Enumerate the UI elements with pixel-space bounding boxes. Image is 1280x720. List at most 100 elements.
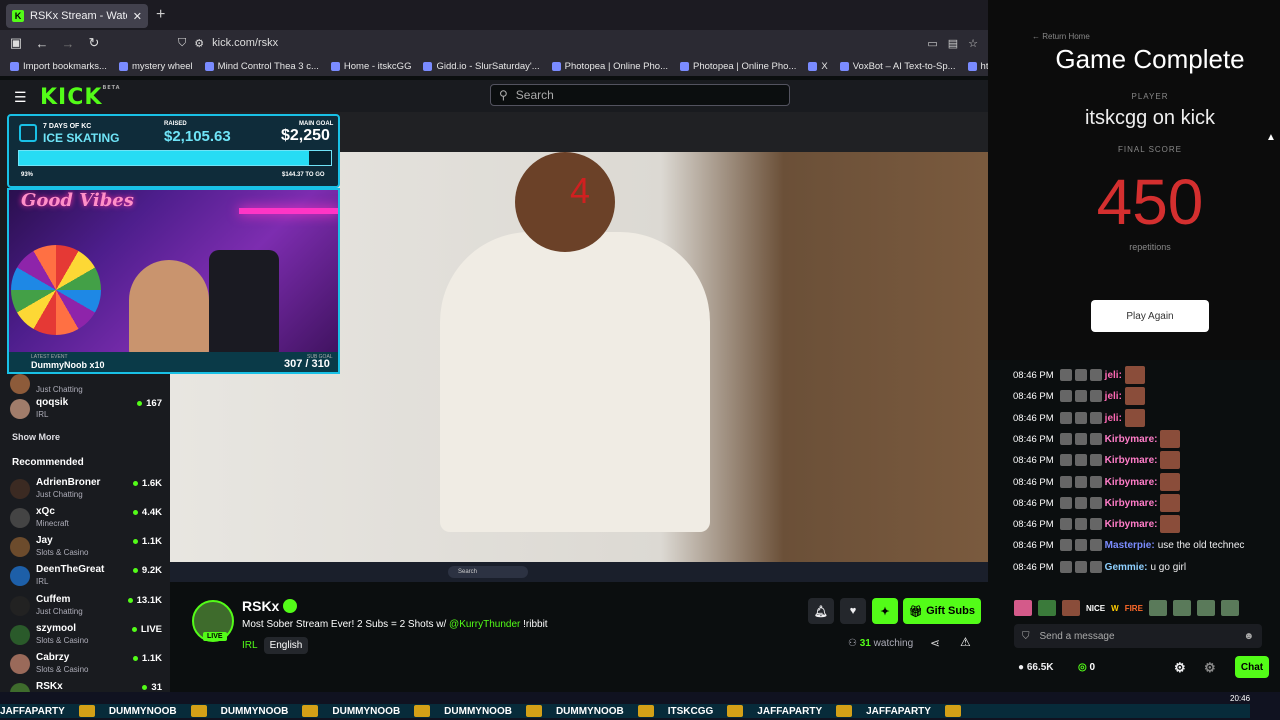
bookmark-item[interactable]: https://wheelofnames.... — [967, 61, 988, 72]
emote-button[interactable] — [1148, 600, 1167, 616]
channel-name[interactable]: RSKx — [242, 598, 279, 614]
channel-category: IRL — [36, 577, 49, 586]
bookmark-item[interactable]: Import bookmarks... — [10, 61, 107, 72]
sidebar-channel[interactable]: Just Chatting — [10, 372, 162, 398]
person-face — [515, 152, 615, 252]
mod-icon[interactable]: ⚙ — [1204, 660, 1216, 676]
browser-tab[interactable]: K RSKx Stream - Watch Live o ✕ — [6, 4, 148, 28]
message-username[interactable]: jeli: — [1105, 391, 1122, 402]
emote-button[interactable] — [1062, 600, 1080, 616]
message-username[interactable]: Kirbymare: — [1105, 477, 1158, 488]
bookmark-item[interactable]: VoxBot – AI Text-to-Sp... — [839, 61, 956, 72]
sidebar-toggle-icon[interactable]: ▣ — [6, 35, 26, 51]
bookmark-item[interactable]: Mind Control Thea 3 c... — [204, 61, 319, 72]
points-balance[interactable]: ◎ 0 — [1078, 662, 1095, 673]
emote-button[interactable]: NICE — [1086, 604, 1105, 613]
emote-button[interactable] — [1220, 600, 1239, 616]
chat-settings-icon[interactable]: ⛉ — [1022, 631, 1030, 642]
bookmark-item[interactable]: X — [808, 61, 828, 72]
emote-button[interactable] — [1196, 600, 1215, 616]
emote-button[interactable]: W — [1111, 604, 1119, 613]
message-username[interactable]: jeli: — [1105, 370, 1122, 381]
return-home-link[interactable]: ← Return Home — [1032, 32, 1090, 41]
crown-icon — [190, 705, 207, 717]
send-chat-button[interactable]: Chat — [1235, 656, 1269, 678]
emote-button[interactable]: FIRE — [1125, 604, 1143, 613]
title-mention[interactable]: @KurryThunder — [449, 619, 520, 630]
sidebar-channel[interactable]: xQc Minecraft 4.4K — [10, 506, 162, 532]
menu-icon[interactable]: ☰ — [14, 89, 27, 106]
ticker-name: DUMMYNOOB — [220, 705, 289, 717]
back-icon[interactable]: ← — [32, 36, 52, 51]
share-icon[interactable]: ⋖ — [930, 636, 940, 650]
sidebar-channel[interactable]: Cuffem Just Chatting 13.1K — [10, 594, 162, 620]
play-again-button[interactable]: Play Again — [1091, 300, 1209, 332]
forward-icon[interactable]: → — [58, 36, 78, 51]
picture-in-picture-icon[interactable]: ▭ — [927, 37, 937, 50]
show-more-button[interactable]: Show More — [12, 432, 60, 442]
emote-image — [1124, 387, 1145, 405]
emote-button[interactable] — [1172, 600, 1191, 616]
sidebar-channel[interactable]: Jay Slots & Casino 1.1K — [10, 535, 162, 561]
notification-bell-icon[interactable]: 🔔︎ — [808, 598, 834, 624]
kicks-balance[interactable]: ● 66.5K — [1018, 662, 1054, 673]
bookmark-item[interactable]: Gidd.io - SlurSaturday'... — [423, 61, 540, 72]
message-username[interactable]: Gemmie: — [1105, 562, 1148, 573]
follow-heart-icon[interactable]: ♥ — [840, 598, 866, 624]
chat-input[interactable]: ⛉ Send a message ☻ — [1014, 624, 1262, 648]
kick-logo[interactable]: KICKBETA — [40, 85, 121, 110]
chat-message[interactable]: 08:46 PM Kirbymare: — [1013, 515, 1181, 533]
bookmark-item[interactable]: mystery wheel — [118, 60, 193, 72]
message-username[interactable]: Kirbymare: — [1105, 434, 1158, 445]
stream-tags: IRL English — [242, 637, 309, 654]
emoji-icon[interactable]: ☻ — [1243, 631, 1254, 642]
goal-progress-bar — [18, 150, 332, 166]
gift-icon: 🎁︎ — [909, 605, 927, 618]
permissions-icon[interactable]: ⚙ — [194, 37, 204, 50]
category-link[interactable]: IRL — [242, 637, 258, 654]
bookmarks-bar: Import bookmarks... mystery wheel Mind Con… — [0, 56, 988, 76]
sidebar-channel[interactable]: Cabrzy Slots & Casino 1.1K — [10, 652, 162, 678]
emote-button[interactable] — [1014, 600, 1032, 616]
message-username[interactable]: Masterpie: — [1105, 540, 1155, 551]
reload-icon[interactable]: ↻ — [84, 35, 104, 51]
bookmark-star-icon[interactable]: ☆ — [968, 37, 978, 50]
channel-viewers: 13.1K — [128, 595, 162, 606]
chat-message[interactable]: 08:46 PM jeli: — [1013, 366, 1145, 384]
title-text: Most Sober Stream Ever! 2 Subs = 2 Shots… — [242, 619, 450, 630]
new-tab-icon[interactable]: + — [156, 6, 165, 24]
message-username[interactable]: Kirbymare: — [1105, 455, 1158, 466]
chat-message[interactable]: 08:46 PM Masterpie: use the old technec — [1013, 536, 1244, 554]
message-username[interactable]: Kirbymare: — [1105, 519, 1158, 530]
sidebar-channel[interactable]: DeenTheGreat IRL 9.2K — [10, 564, 162, 590]
taskbar-search: Search — [448, 566, 528, 578]
message-username[interactable]: jeli: — [1105, 413, 1122, 424]
chat-message[interactable]: 08:46 PM Gemmie: u go girl — [1013, 558, 1186, 576]
report-icon[interactable]: ⚠ — [960, 635, 971, 649]
chat-message[interactable]: 08:46 PM Kirbymare: — [1013, 494, 1181, 512]
stream-title: Most Sober Stream Ever! 2 Subs = 2 Shots… — [242, 619, 548, 630]
gift-subs-button[interactable]: 🎁︎ Gift Subs — [903, 598, 981, 624]
bookmark-item[interactable]: Home - itskcGG — [330, 61, 411, 72]
bookmark-item[interactable]: Photopea | Online Pho... — [680, 61, 796, 72]
subscribe-icon[interactable]: ✦ — [872, 598, 898, 624]
language-tag[interactable]: English — [263, 637, 309, 654]
chat-message[interactable]: 08:46 PM Kirbymare: — [1013, 451, 1181, 469]
chat-message[interactable]: 08:46 PM Kirbymare: — [1013, 473, 1181, 491]
sidebar-channel[interactable]: qoqsik IRL 167 — [10, 397, 162, 423]
sidebar-channel[interactable]: AdrienBroner Just Chatting 1.6K — [10, 477, 162, 503]
search-input[interactable]: ⚲ Search — [490, 84, 790, 106]
settings-gear-icon[interactable]: ⚙ — [1174, 660, 1186, 676]
chat-message[interactable]: 08:46 PM Kirbymare: — [1013, 430, 1181, 448]
address-bar[interactable]: ⛉ ⚙ kick.com/rskx ▭ ▤ ☆ — [178, 33, 978, 53]
message-username[interactable]: Kirbymare: — [1105, 498, 1158, 509]
emote-button[interactable] — [1038, 600, 1056, 616]
bookmark-label: mystery wheel — [131, 60, 193, 72]
reader-icon[interactable]: ▤ — [948, 37, 958, 50]
bookmark-item[interactable]: Photopea | Online Pho... — [551, 61, 668, 72]
chat-message[interactable]: 08:46 PM jeli: — [1013, 409, 1145, 427]
sidebar-channel[interactable]: szymool Slots & Casino LIVE — [10, 623, 162, 649]
close-tab-icon[interactable]: ✕ — [133, 10, 142, 23]
chat-message[interactable]: 08:46 PM jeli: — [1013, 387, 1145, 405]
badge-icon — [1059, 454, 1072, 466]
